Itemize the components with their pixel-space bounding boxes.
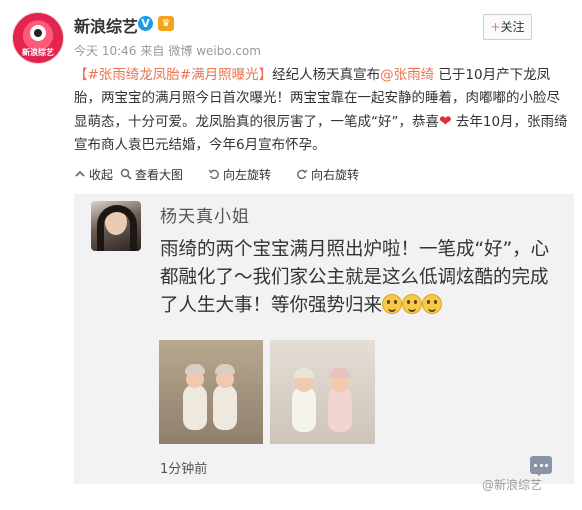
collapse-button[interactable]: 收起: [74, 166, 113, 183]
rotate-right-label: 向右旋转: [311, 168, 360, 182]
member-icon: ♛: [158, 16, 174, 31]
post-time[interactable]: 今天 10:46: [74, 44, 136, 58]
baby-graphic: [183, 384, 207, 430]
baby-graphic: [292, 386, 316, 432]
repost-card: 杨天真小姐 雨绮的两个宝宝满月照出炉啦！一笔成“好”，心都融化了～我们家公主就是…: [74, 194, 574, 484]
post-text: 【#张雨绮龙凤胎#满月照曝光】经纪人杨天真宣布@张雨绮 已于10月产下龙凤胎，两…: [74, 64, 572, 157]
account-name[interactable]: 新浪综艺: [74, 13, 138, 37]
weibo-watermark: @新浪综艺: [482, 478, 543, 492]
view-large-button[interactable]: 查看大图: [120, 166, 183, 183]
baby-graphic: [328, 386, 352, 432]
dot-graphic: [539, 464, 543, 467]
repost-author-avatar[interactable]: [91, 201, 141, 251]
baby-hat-graphic: [330, 368, 350, 378]
post-meta: 今天 10:46 来自 微博 weibo.com: [74, 42, 265, 59]
collapse-label: 收起: [89, 168, 114, 182]
photo-twins-2[interactable]: [270, 340, 375, 444]
source-prefix: 来自: [140, 44, 165, 58]
baby-hat-graphic: [294, 368, 314, 378]
repost-text: 雨绮的两个宝宝满月照出炉啦！一笔成“好”，心都融化了～我们家公主就是这么低调炫酷…: [160, 236, 560, 320]
repost-text-body: 雨绮的两个宝宝满月照出炉啦！一笔成“好”，心都融化了～我们家公主就是这么低调炫酷…: [160, 239, 550, 316]
view-large-label: 查看大图: [135, 168, 184, 182]
emoji-icon: [402, 294, 423, 314]
rotate-left-button[interactable]: 向左旋转: [208, 166, 271, 183]
dot-graphic: [534, 464, 537, 467]
rotate-left-label: 向左旋转: [223, 168, 272, 182]
heart-icon: ❤: [439, 112, 452, 130]
follow-button[interactable]: +关注: [483, 14, 532, 40]
post-text-part1: 经纪人杨天真宣布: [272, 67, 381, 83]
verified-icon: V: [138, 16, 153, 31]
rotate-right-icon: [297, 169, 308, 180]
dot-graphic: [545, 464, 548, 467]
zoom-icon: [120, 168, 132, 180]
emoji-icon: [422, 294, 443, 314]
comment-bubble-icon[interactable]: [530, 456, 552, 476]
topic-link[interactable]: 【#张雨绮龙凤胎#满月照曝光】: [74, 67, 272, 83]
baby-graphic: [213, 384, 237, 430]
photo-twins-1[interactable]: [159, 340, 263, 444]
baby-hat-graphic: [215, 364, 235, 374]
repost-author-name[interactable]: 杨天真小姐: [160, 202, 250, 227]
account-avatar[interactable]: 新浪综艺: [12, 12, 64, 64]
plus-icon: +: [490, 20, 501, 34]
repost-time: 1分钟前: [160, 462, 208, 477]
mention-link[interactable]: @张雨绮: [380, 67, 434, 83]
baby-hat-graphic: [185, 364, 205, 374]
emoji-icon: [382, 294, 403, 314]
follow-label: 关注: [500, 20, 525, 34]
post-source[interactable]: 微博 weibo.com: [168, 44, 261, 58]
rotate-right-button[interactable]: 向右旋转: [296, 166, 359, 183]
rotate-left-icon: [208, 169, 219, 180]
avatar-eye-graphic: [30, 25, 46, 41]
avatar-label: 新浪综艺: [22, 48, 54, 57]
collapse-icon: [75, 170, 85, 177]
